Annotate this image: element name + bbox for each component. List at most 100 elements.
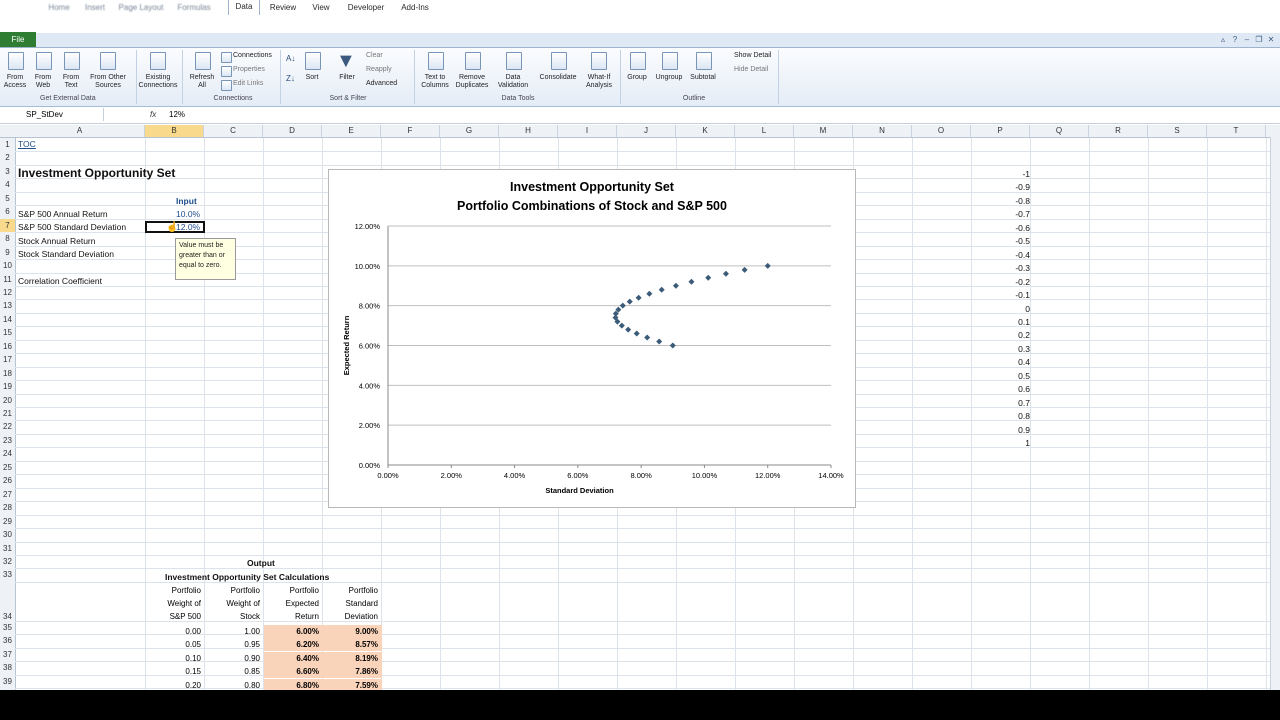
column-header-l[interactable]: L <box>735 125 794 137</box>
column-header-o[interactable]: O <box>912 125 971 137</box>
refresh-all-button[interactable]: Refresh All <box>186 74 218 90</box>
row-header-3[interactable]: 3 <box>0 165 15 178</box>
column-header-n[interactable]: N <box>853 125 912 137</box>
column-header-s[interactable]: S <box>1148 125 1207 137</box>
row-header-25[interactable]: 25 <box>0 461 15 474</box>
chart-area[interactable]: Investment Opportunity Set Portfolio Comb… <box>328 169 856 508</box>
sort-descending-icon[interactable]: Z↓ <box>286 74 295 83</box>
correlation-value[interactable]: 0.4 <box>960 357 1030 367</box>
row-header-10[interactable]: 10 <box>0 259 15 272</box>
consolidate-button[interactable]: Consolidate <box>535 74 581 82</box>
row-header-28[interactable]: 28 <box>0 501 15 514</box>
correlation-value[interactable]: 0.2 <box>960 330 1030 340</box>
table-cell[interactable]: 0.85 <box>205 665 264 678</box>
properties-button[interactable]: Properties <box>233 66 265 73</box>
correlation-value[interactable]: -0.1 <box>960 290 1030 300</box>
row-header-6[interactable]: 6 <box>0 205 15 218</box>
data-validation-button[interactable]: Data Validation <box>494 74 532 90</box>
column-header-f[interactable]: F <box>381 125 440 137</box>
text-to-columns-button[interactable]: Text to Columns <box>418 74 452 90</box>
row-header-24[interactable]: 24 <box>0 447 15 460</box>
table-cell[interactable]: 0.20 <box>146 679 205 690</box>
advanced-filter-button[interactable]: Advanced <box>366 80 397 87</box>
correlation-value[interactable]: 0.8 <box>960 411 1030 421</box>
correlation-value[interactable]: 0.6 <box>960 384 1030 394</box>
column-header-r[interactable]: R <box>1089 125 1148 137</box>
row-header-14[interactable]: 14 <box>0 313 15 326</box>
column-header-a[interactable]: A <box>15 125 145 137</box>
tab-insert[interactable]: Insert <box>80 1 110 14</box>
row-header-16[interactable]: 16 <box>0 340 15 353</box>
row-header-22[interactable]: 22 <box>0 420 15 433</box>
table-cell[interactable]: 0.15 <box>146 665 205 678</box>
tab-view[interactable]: View <box>306 1 336 14</box>
correlation-value[interactable]: -0.7 <box>960 209 1030 219</box>
sort-ascending-icon[interactable]: A↓ <box>286 54 295 63</box>
column-header-m[interactable]: M <box>794 125 853 137</box>
tab-home[interactable]: Home <box>44 1 74 14</box>
from-other-sources-button[interactable]: From Other Sources <box>85 74 131 90</box>
correlation-value[interactable]: 0.3 <box>960 344 1030 354</box>
correlation-value[interactable]: 0 <box>960 304 1030 314</box>
table-cell[interactable]: 0.90 <box>205 652 264 665</box>
table-cell[interactable]: 8.19% <box>323 651 382 665</box>
row-header-9[interactable]: 9 <box>0 246 15 259</box>
tab-review[interactable]: Review <box>266 1 300 14</box>
row-header-21[interactable]: 21 <box>0 407 15 420</box>
table-cell[interactable]: 0.10 <box>146 652 205 665</box>
table-cell[interactable]: 7.59% <box>323 678 382 690</box>
filter-button[interactable]: Filter <box>334 74 360 82</box>
row-header-15[interactable]: 15 <box>0 326 15 339</box>
row-header-2[interactable]: 2 <box>0 151 15 164</box>
table-cell[interactable]: 6.60% <box>264 665 323 679</box>
row-header-27[interactable]: 27 <box>0 488 15 501</box>
correlation-value[interactable]: -1 <box>960 169 1030 179</box>
column-header-e[interactable]: E <box>322 125 381 137</box>
column-header-g[interactable]: G <box>440 125 499 137</box>
column-header-c[interactable]: C <box>204 125 263 137</box>
table-cell[interactable]: 0.95 <box>205 638 264 651</box>
remove-duplicates-button[interactable]: Remove Duplicates <box>452 74 492 90</box>
row-header-35[interactable]: 35 <box>0 621 15 634</box>
correlation-value[interactable]: 1 <box>960 438 1030 448</box>
row-header-33[interactable]: 33 <box>0 568 15 581</box>
row-header-34[interactable]: 34 <box>0 582 15 621</box>
from-web-button[interactable]: From Web <box>29 74 57 90</box>
correlation-value[interactable]: 0.9 <box>960 425 1030 435</box>
tab-page-layout[interactable]: Page Layout <box>116 1 166 14</box>
column-header-q[interactable]: Q <box>1030 125 1089 137</box>
reapply-filter-button[interactable]: Reapply <box>366 66 392 73</box>
row-header-26[interactable]: 26 <box>0 474 15 487</box>
edit-links-button[interactable]: Edit Links <box>233 80 263 87</box>
row-header-31[interactable]: 31 <box>0 542 15 555</box>
row-header-8[interactable]: 8 <box>0 232 15 245</box>
row-header-37[interactable]: 37 <box>0 648 15 661</box>
sp-return-value[interactable]: 10.0% <box>176 209 200 219</box>
row-header-7[interactable]: 7 <box>0 218 15 233</box>
row-header-20[interactable]: 20 <box>0 394 15 407</box>
tab-add-ins[interactable]: Add-Ins <box>396 1 434 14</box>
correlation-value[interactable]: -0.6 <box>960 223 1030 233</box>
sort-button[interactable]: Sort <box>300 74 324 82</box>
row-header-11[interactable]: 11 <box>0 273 15 286</box>
row-header-5[interactable]: 5 <box>0 192 15 205</box>
row-header-18[interactable]: 18 <box>0 367 15 380</box>
correlation-value[interactable]: -0.2 <box>960 277 1030 287</box>
row-header-12[interactable]: 12 <box>0 286 15 299</box>
correlation-value[interactable]: -0.3 <box>960 263 1030 273</box>
ungroup-button[interactable]: Ungroup <box>650 74 688 82</box>
what-if-analysis-button[interactable]: What-If Analysis <box>580 74 618 90</box>
row-header-39[interactable]: 39 <box>0 675 15 688</box>
row-header-19[interactable]: 19 <box>0 380 15 393</box>
vertical-scrollbar[interactable] <box>1270 137 1280 690</box>
column-header-t[interactable]: T <box>1207 125 1266 137</box>
row-header-29[interactable]: 29 <box>0 515 15 528</box>
formula-input[interactable]: 12% <box>169 108 185 121</box>
window-minimize-icon[interactable]: – <box>1242 35 1252 45</box>
clear-filter-button[interactable]: Clear <box>366 52 383 59</box>
tab-file[interactable]: File <box>0 32 36 47</box>
group-button[interactable]: Group <box>622 74 652 82</box>
table-cell[interactable]: 0.05 <box>146 638 205 651</box>
insert-function-icon[interactable]: fx <box>150 108 156 121</box>
subtotal-button[interactable]: Subtotal <box>686 74 720 82</box>
